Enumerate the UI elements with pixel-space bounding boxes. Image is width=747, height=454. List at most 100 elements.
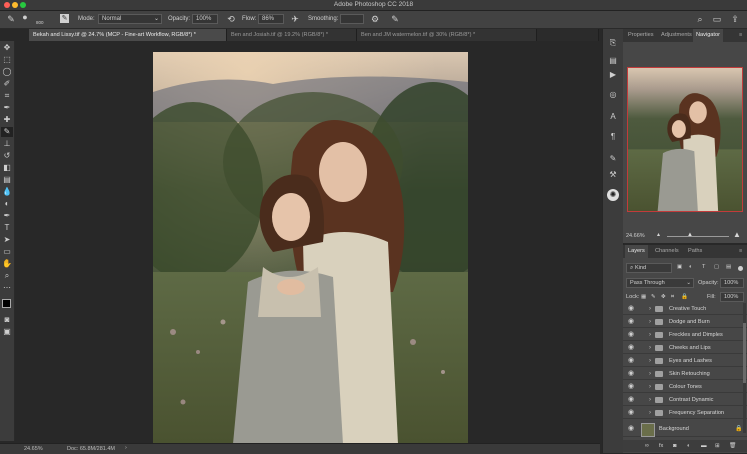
history-brush-tool-icon[interactable]: ↺ [1, 151, 13, 161]
tab-ben-and-jm-watermelon[interactable]: Ben and JM watermelon.tif @ 30% (RGB/8*)… [357, 29, 537, 41]
tab-properties[interactable]: Properties [625, 29, 657, 42]
new-layer-icon[interactable]: ⊞ [715, 443, 720, 449]
zoom-out-icon[interactable]: ▴ [657, 231, 660, 238]
zoom-in-icon[interactable]: ▲ [733, 230, 741, 239]
chevron-right-icon[interactable]: › [125, 445, 127, 451]
adjustments-panel-icon[interactable]: ◎ [607, 89, 619, 101]
lasso-tool-icon[interactable]: ◯ [1, 67, 13, 77]
adjustment-layer-icon[interactable]: ◐ [687, 443, 690, 449]
filter-smart-object-icon[interactable]: ▤ [726, 264, 731, 270]
blur-tool-icon[interactable]: 💧 [1, 187, 13, 197]
marquee-tool-icon[interactable]: ⬚ [1, 55, 13, 65]
chevron-right-icon[interactable]: › [649, 357, 651, 365]
airbrush-icon[interactable]: ✈ [290, 14, 300, 24]
tab-paths[interactable]: Paths [685, 245, 705, 258]
chevron-right-icon[interactable]: › [649, 383, 651, 391]
chevron-right-icon[interactable]: › [649, 344, 651, 352]
eye-icon[interactable]: ◉ [628, 305, 634, 313]
filter-kind-select[interactable]: ⌕ Kind [626, 263, 672, 273]
layer-row[interactable]: ◉ › Cheeks and Lips [623, 342, 747, 354]
layer-opacity-input[interactable]: 100% [720, 278, 744, 288]
character-panel-icon[interactable]: A [607, 111, 619, 123]
chevron-right-icon[interactable]: › [649, 409, 651, 417]
eyedropper-tool-icon[interactable]: ✒ [1, 103, 13, 113]
trash-icon[interactable]: 🗑 [729, 443, 736, 449]
tab-bekah-and-lissy[interactable]: Bekah and Lissy.tif @ 24.7% (MCP - Fine-… [29, 29, 227, 41]
filter-pixel-icon[interactable]: ▣ [677, 264, 682, 270]
quick-mask-icon[interactable]: ◙ [1, 315, 13, 325]
flow-input[interactable]: 86% [258, 14, 284, 24]
zoom-slider-thumb[interactable]: ▲ [687, 232, 693, 238]
lock-image-icon[interactable]: ✎ [651, 294, 656, 300]
layer-style-icon[interactable]: fx [659, 443, 663, 449]
actions-panel-icon[interactable]: ▶ [607, 69, 619, 81]
brush-tool-icon[interactable]: ✎ [6, 14, 16, 24]
quick-select-tool-icon[interactable]: ✐ [1, 79, 13, 89]
link-layers-icon[interactable]: ∞ [645, 443, 649, 449]
layer-row[interactable]: ◉ › Eyes and Lashes [623, 355, 747, 367]
lock-position-icon[interactable]: ✥ [661, 294, 666, 300]
opacity-input[interactable]: 100% [192, 14, 218, 24]
navigator-zoom[interactable]: 24.66% [626, 233, 645, 239]
path-select-tool-icon[interactable]: ➤ [1, 235, 13, 245]
lock-transparent-icon[interactable]: ▦ [641, 294, 646, 300]
hand-tool-icon[interactable]: ✋ [1, 259, 13, 269]
screen-mode-icon[interactable]: ▣ [1, 327, 13, 337]
crop-tool-icon[interactable]: ⌗ [1, 91, 13, 101]
document-canvas-photo[interactable] [153, 52, 468, 444]
filter-type-icon[interactable]: T [702, 264, 705, 270]
pen-tool-icon[interactable]: ✒ [1, 211, 13, 221]
brush-settings-panel-icon[interactable]: ✎ [607, 153, 619, 165]
new-group-icon[interactable]: ▬ [701, 443, 707, 449]
history-panel-icon[interactable]: ⎘ [607, 37, 619, 49]
properties-panel-icon[interactable]: ▤ [607, 55, 619, 67]
panel-menu-icon[interactable]: ≡ [736, 29, 745, 42]
tab-navigator[interactable]: Navigator [693, 29, 723, 42]
filter-shape-icon[interactable]: ▢ [714, 264, 719, 270]
eye-icon[interactable]: ◉ [628, 383, 634, 391]
layers-scrollbar[interactable] [743, 303, 746, 433]
workspace-icon[interactable]: ▭ [712, 14, 722, 24]
shape-tool-icon[interactable]: ▭ [1, 247, 13, 257]
layer-row[interactable]: ◉ › Creative Touch [623, 303, 747, 315]
layer-row[interactable]: ◉ › Freckles and Dimples [623, 329, 747, 341]
chevron-right-icon[interactable]: › [649, 370, 651, 378]
panel-menu-icon[interactable]: ≡ [736, 245, 745, 258]
layers-scrollbar-thumb[interactable] [743, 323, 746, 383]
healing-brush-tool-icon[interactable]: ✚ [1, 115, 13, 125]
layer-row[interactable]: ◉ › Dodge and Burn [623, 316, 747, 328]
share-icon[interactable]: ⇪ [730, 14, 740, 24]
foreground-color-swatch[interactable] [2, 299, 11, 308]
background-layer-row[interactable]: ◉ Background 🔒 [623, 421, 747, 437]
pressure-opacity-icon[interactable]: ⟲ [226, 14, 236, 24]
navigator-thumbnail[interactable] [627, 67, 743, 212]
brush-tool-icon[interactable]: ✎ [1, 127, 13, 137]
zoom-level[interactable]: 24.65% [24, 446, 43, 452]
fill-input[interactable]: 100% [720, 292, 744, 302]
move-tool-icon[interactable]: ✥ [1, 43, 13, 53]
tab-adjustments[interactable]: Adjustments [658, 29, 695, 42]
layer-row[interactable]: ◉ › Skin Retouching [623, 368, 747, 380]
type-tool-icon[interactable]: T [1, 223, 13, 233]
chevron-right-icon[interactable]: › [649, 305, 651, 313]
gear-icon[interactable]: ⚙ [370, 14, 380, 24]
eye-icon[interactable]: ◉ [628, 370, 634, 378]
zoom-slider[interactable] [667, 236, 729, 237]
tab-channels[interactable]: Channels [652, 245, 682, 258]
dodge-tool-icon[interactable]: ◐ [1, 199, 13, 209]
smoothing-input[interactable] [340, 14, 364, 24]
brush-preset-picker[interactable]: ● [20, 12, 30, 22]
mode-select[interactable]: Normal ⌄ [98, 14, 162, 24]
eraser-tool-icon[interactable]: ◧ [1, 163, 13, 173]
gradient-tool-icon[interactable]: ▤ [1, 175, 13, 185]
pressure-size-icon[interactable]: ✎ [390, 14, 400, 24]
eye-icon[interactable]: ◉ [628, 396, 634, 404]
tool-presets-icon[interactable]: ⚒ [607, 169, 619, 181]
eye-icon[interactable]: ◉ [628, 357, 634, 365]
filter-adjustment-icon[interactable]: ◐ [689, 264, 692, 270]
layer-row[interactable]: ◉ › Frequency Separation [623, 407, 747, 419]
paragraph-panel-icon[interactable]: ¶ [607, 131, 619, 143]
more-tools-icon[interactable]: ⋯ [1, 283, 13, 293]
lock-artboard-icon[interactable]: ⌗ [671, 294, 674, 301]
layer-row[interactable]: ◉ › Colour Tones [623, 381, 747, 393]
